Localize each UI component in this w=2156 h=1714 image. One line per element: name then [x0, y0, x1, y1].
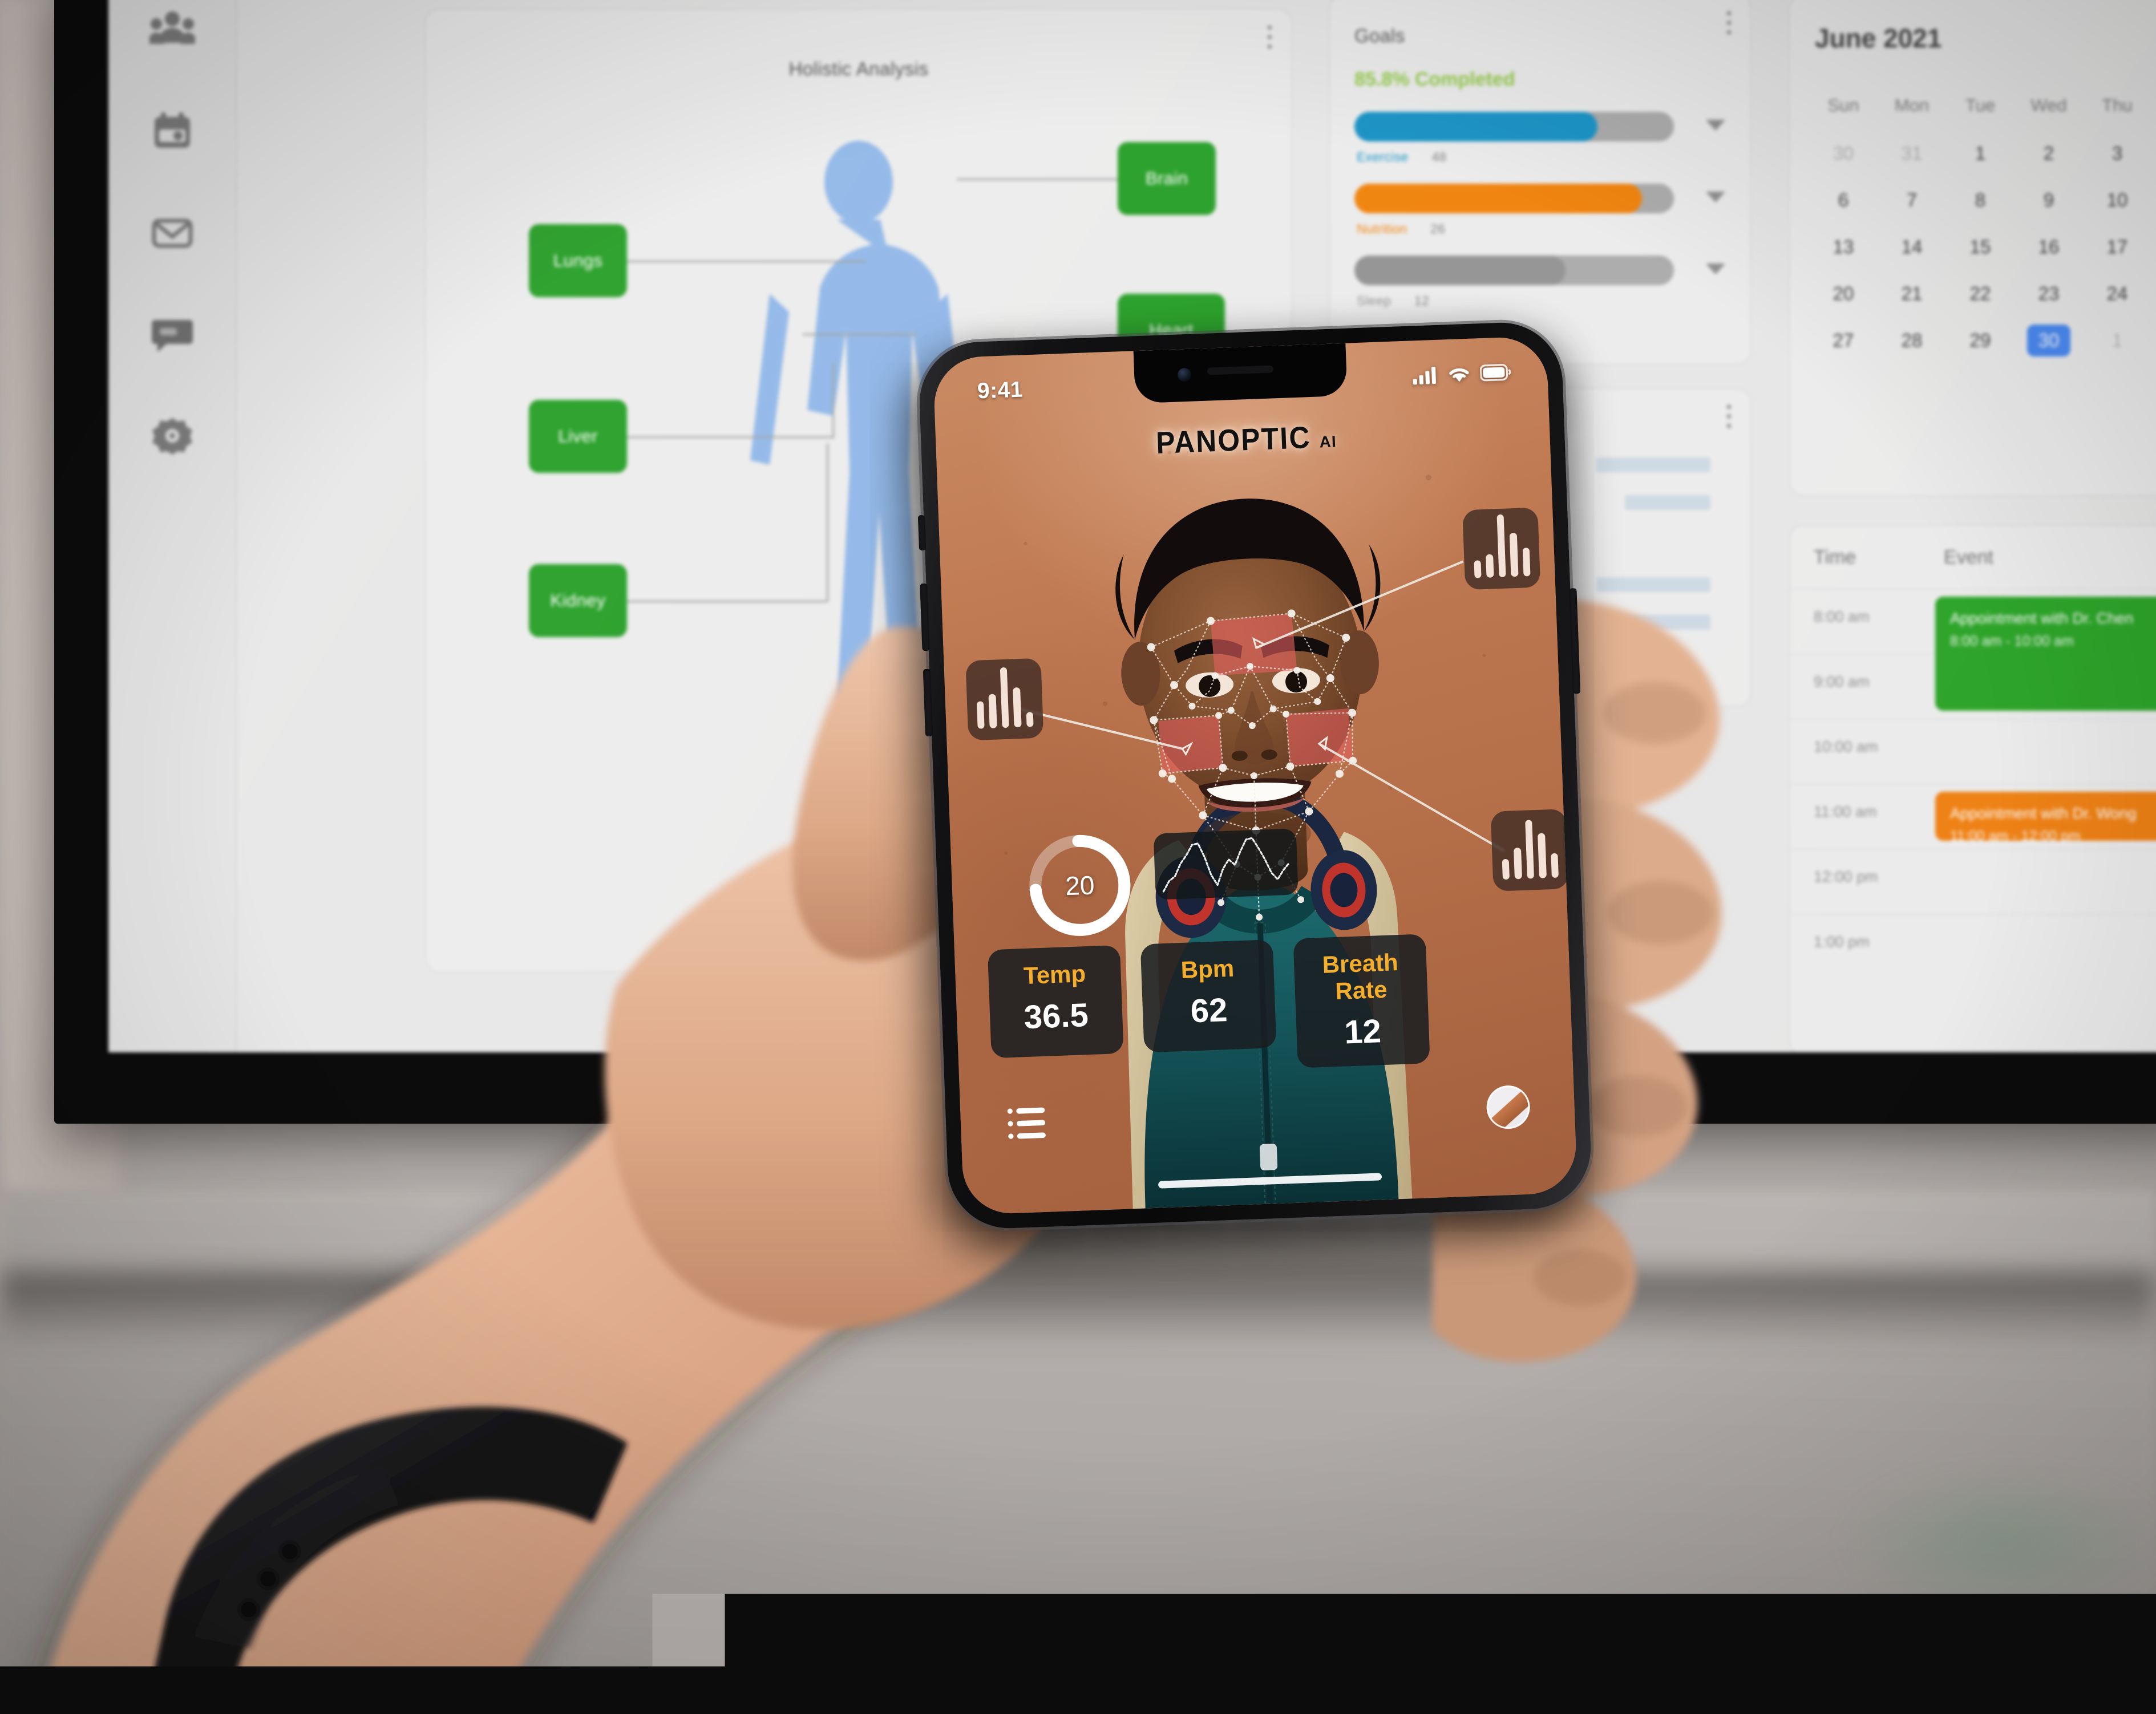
badge-bar — [989, 694, 997, 728]
badge-bar — [1510, 533, 1518, 577]
vital-value: 36.5 — [997, 995, 1115, 1037]
smartphone: 20 Temp 36.5 Bpm 62 Breath Rate 12 9:41 — [917, 321, 1593, 1230]
vital-value: 62 — [1150, 989, 1268, 1031]
badge-bar — [1502, 859, 1510, 880]
phone-silence-switch[interactable] — [918, 515, 926, 550]
vital-label: Temp — [996, 959, 1114, 990]
wifi-icon — [1447, 364, 1471, 383]
list-menu-icon[interactable] — [1007, 1106, 1049, 1141]
vital-card[interactable]: Temp 36.5 — [988, 945, 1124, 1058]
badge-bar — [1522, 548, 1530, 577]
badge-bar — [1026, 712, 1033, 727]
app-brand-logo: PANOPTIC AI — [1148, 419, 1337, 461]
badge-bar — [1013, 687, 1021, 727]
badge-bar — [977, 701, 985, 728]
scene-root: Holistic Analysis Brain Lungs Heart Live… — [0, 0, 2156, 1714]
badge-bar — [1525, 820, 1534, 879]
brand-name: PANOPTIC — [1155, 420, 1312, 461]
home-indicator[interactable] — [1158, 1173, 1382, 1188]
vital-card[interactable]: Bpm 62 — [1140, 939, 1277, 1052]
phone-bottom-bar — [959, 1056, 1577, 1215]
brand-suffix: AI — [1319, 432, 1337, 451]
badge-bar — [1514, 848, 1522, 880]
roi-patches — [1155, 611, 1353, 773]
vitals-row: Temp 36.5 Bpm 62 Breath Rate 12 — [988, 934, 1430, 1079]
phone-screen: 20 Temp 36.5 Bpm 62 Breath Rate 12 9:41 — [933, 336, 1577, 1215]
badge-bar — [1486, 554, 1494, 578]
badge-bar — [1496, 514, 1506, 577]
badge-bar — [1474, 560, 1482, 578]
left-cheek-roi-badge[interactable] — [965, 658, 1043, 741]
user-avatar[interactable] — [1486, 1085, 1531, 1130]
badge-bar — [1538, 833, 1546, 878]
scan-progress-value: 20 — [1021, 826, 1139, 945]
pulse-waveform-card[interactable] — [1154, 828, 1299, 899]
status-bar-time: 9:41 — [977, 377, 1024, 404]
badge-bar — [1000, 667, 1009, 728]
cellular-signal-icon — [1413, 366, 1438, 385]
vital-label: Bpm — [1149, 954, 1267, 984]
badge-bar — [1551, 853, 1559, 878]
forehead-roi-badge[interactable] — [1462, 508, 1540, 590]
vital-label: Breath Rate — [1301, 948, 1419, 1006]
right-cheek-roi-badge[interactable] — [1491, 809, 1569, 892]
vital-card[interactable]: Breath Rate 12 — [1293, 934, 1430, 1068]
smartwatch — [80, 1352, 685, 1714]
scan-progress-ring: 20 — [1021, 826, 1139, 945]
battery-full-icon — [1480, 363, 1511, 382]
vital-value: 12 — [1304, 1011, 1421, 1053]
